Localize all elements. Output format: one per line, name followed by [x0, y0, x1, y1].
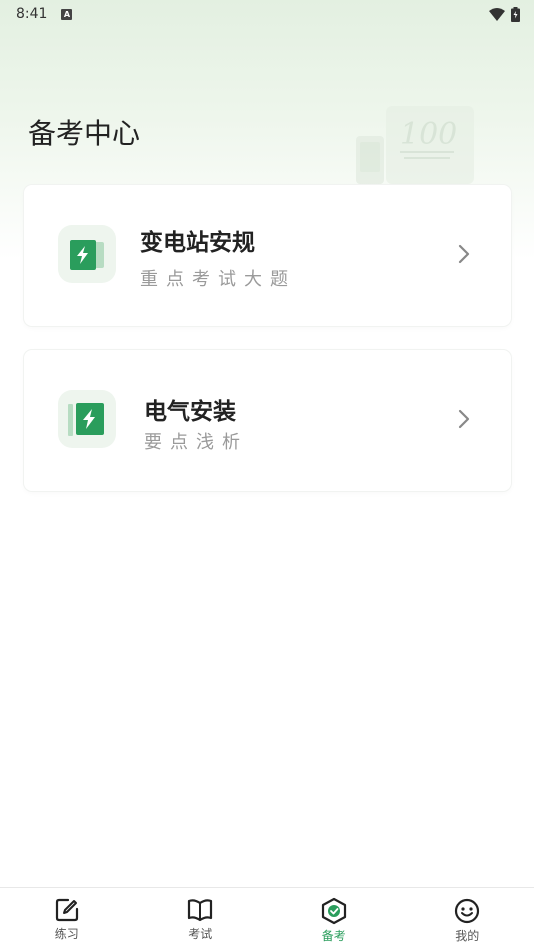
edit-icon — [55, 898, 78, 922]
tab-label: 我的 — [455, 929, 480, 943]
tab-prepare[interactable]: 备考 — [267, 888, 401, 950]
tab-exam[interactable]: 考试 — [134, 888, 268, 950]
card-subtitle: 要点浅析 — [144, 432, 248, 453]
battery-icon — [511, 6, 520, 22]
score-100-illustration: 100 — [356, 106, 474, 184]
tab-mine[interactable]: 我的 — [401, 888, 534, 950]
smile-icon — [455, 898, 480, 924]
card-substation-safety[interactable]: 变电站安规 重点考试大题 — [24, 185, 511, 326]
shield-icon — [321, 897, 346, 925]
bottom-tab-bar: 练习 考试 备考 我的 — [0, 887, 534, 950]
chevron-right-icon — [458, 244, 470, 264]
tab-label: 备考 — [321, 929, 346, 943]
book-icon — [188, 899, 213, 922]
deco-100-text: 100 — [400, 117, 457, 152]
tab-label: 练习 — [54, 927, 79, 941]
page-title: 备考中心 — [28, 117, 141, 150]
status-time: 8:41 — [16, 6, 48, 22]
chevron-right-icon — [458, 409, 470, 429]
tab-label: 考试 — [188, 927, 213, 941]
a-icon: A — [61, 8, 73, 20]
lightning-book-icon — [58, 390, 116, 448]
status-bar: 8:41 A — [0, 0, 534, 28]
card-electrical-installation[interactable]: 电气安装 要点浅析 — [24, 350, 511, 491]
wifi-icon — [489, 7, 505, 21]
card-title: 电气安装 — [144, 399, 236, 425]
tab-practice[interactable]: 练习 — [0, 888, 134, 950]
lightning-book-icon — [58, 225, 116, 283]
card-title: 变电站安规 — [140, 230, 255, 256]
card-subtitle: 重点考试大题 — [140, 269, 296, 290]
